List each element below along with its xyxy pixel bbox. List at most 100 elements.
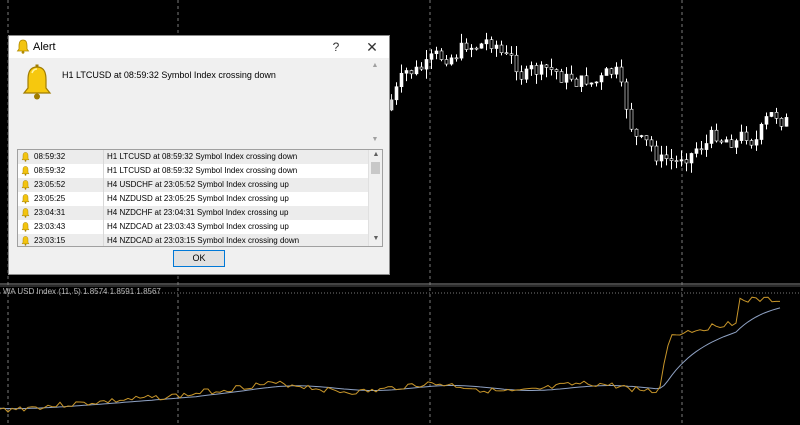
ok-button[interactable]: OK <box>173 250 225 267</box>
candle-body <box>554 69 559 72</box>
candle-body <box>469 47 474 50</box>
list-item[interactable]: 23:03:15 H4 NZDCAD at 23:03:15 Symbol Ind… <box>18 234 368 246</box>
candle-body <box>599 75 604 83</box>
candle-body <box>774 112 779 119</box>
candle-body <box>664 154 669 159</box>
candle-body <box>499 44 504 54</box>
candle-body <box>684 159 689 164</box>
candle-body <box>639 135 644 137</box>
candle-body <box>629 108 634 130</box>
candle-body <box>564 73 569 83</box>
candle-body <box>729 139 734 148</box>
indicator-slow-line <box>0 307 781 410</box>
candle-body <box>514 54 519 73</box>
candle-body <box>449 57 454 65</box>
candle-body <box>524 68 529 80</box>
candle-body <box>414 66 419 75</box>
help-button[interactable]: ? <box>321 36 351 58</box>
bell-icon <box>21 208 30 218</box>
alert-time: 23:05:25 <box>34 194 66 203</box>
alert-time: 23:03:43 <box>34 222 66 231</box>
alert-time: 23:05:52 <box>34 180 66 189</box>
candle-body <box>784 117 789 127</box>
alert-time: 23:03:15 <box>34 236 66 245</box>
candle-body <box>389 99 394 111</box>
candle-body <box>669 158 674 161</box>
list-item[interactable]: 23:05:52 H4 USDCHF at 23:05:52 Symbol Ind… <box>18 178 368 192</box>
candle-body <box>519 71 524 80</box>
list-item[interactable]: 23:05:25 H4 NZDUSD at 23:05:25 Symbol Ind… <box>18 192 368 206</box>
alert-text: H1 LTCUSD at 08:59:32 Symbol Index cross… <box>107 152 298 161</box>
dialog-titlebar[interactable]: Alert ? ✕ <box>9 36 389 58</box>
alert-text: H4 NZDCAD at 23:03:43 Symbol Index cross… <box>107 222 289 231</box>
column-divider <box>103 178 104 192</box>
candle-body <box>589 82 594 85</box>
candlesticks <box>389 32 789 173</box>
message-area: H1 LTCUSD at 08:59:32 Symbol Index cross… <box>9 58 389 150</box>
column-divider <box>103 164 104 178</box>
candle-body <box>739 131 744 141</box>
candle-body <box>444 59 449 65</box>
message-scrollbar[interactable]: ▲ ▼ <box>370 62 380 146</box>
candle-body <box>409 70 414 75</box>
alert-dialog: Alert ? ✕ H1 LTCUSD at 08:59:32 Symbol I… <box>8 35 390 275</box>
bell-icon <box>21 166 30 176</box>
candle-body <box>649 139 654 147</box>
candle-body <box>764 116 769 125</box>
candle-body <box>659 154 664 162</box>
candle-body <box>699 148 704 151</box>
candle-body <box>749 140 754 146</box>
candle-body <box>404 70 409 74</box>
list-item[interactable]: 23:03:43 H4 NZDCAD at 23:03:43 Symbol Ind… <box>18 220 368 234</box>
candle-body <box>489 39 494 49</box>
close-button[interactable]: ✕ <box>357 36 387 58</box>
column-divider <box>103 206 104 220</box>
candle-body <box>459 42 464 59</box>
candle-body <box>559 71 564 83</box>
candle-body <box>754 139 759 146</box>
candle-body <box>709 129 714 144</box>
candle-body <box>504 52 509 55</box>
candle-body <box>439 50 444 60</box>
candle-body <box>574 78 579 87</box>
alert-history-list[interactable]: 08:59:32 H1 LTCUSD at 08:59:32 Symbol Ind… <box>17 149 383 247</box>
bell-icon <box>22 64 52 100</box>
candle-body <box>419 66 424 70</box>
indicator-fast-line <box>0 296 780 413</box>
scroll-down-icon[interactable]: ▼ <box>370 136 380 143</box>
candle-body <box>494 44 499 49</box>
candle-body <box>509 53 514 56</box>
candle-body <box>544 64 549 68</box>
scroll-up-icon[interactable]: ▲ <box>370 62 380 69</box>
list-item[interactable]: 23:04:31 H4 NZDCHF at 23:04:31 Symbol Ind… <box>18 206 368 220</box>
candle-body <box>424 59 429 70</box>
candle-body <box>484 39 489 45</box>
candle-body <box>654 145 659 162</box>
column-divider <box>103 220 104 234</box>
bell-icon <box>21 222 30 232</box>
scroll-thumb[interactable] <box>371 162 380 174</box>
list-item[interactable]: 08:59:32 H1 LTCUSD at 08:59:32 Symbol Ind… <box>18 164 368 178</box>
candle-body <box>704 143 709 150</box>
alert-text: H4 USDCHF at 23:05:52 Symbol Index cross… <box>107 180 289 189</box>
scroll-down-icon[interactable]: ▼ <box>369 235 382 242</box>
candle-body <box>604 68 609 76</box>
candle-body <box>759 123 764 140</box>
alert-time: 23:04:31 <box>34 208 66 217</box>
candle-body <box>744 131 749 141</box>
column-divider <box>103 150 104 164</box>
candle-body <box>529 65 534 70</box>
candle-body <box>579 75 584 87</box>
scroll-up-icon[interactable]: ▲ <box>369 151 382 158</box>
candle-body <box>399 72 404 88</box>
candle-body <box>454 57 459 60</box>
list-item[interactable]: 08:59:32 H1 LTCUSD at 08:59:32 Symbol Ind… <box>18 150 368 164</box>
candle-body <box>719 140 724 143</box>
candle-body <box>479 43 484 49</box>
bell-icon <box>21 180 30 190</box>
candle-body <box>584 75 589 85</box>
alert-text: H1 LTCUSD at 08:59:32 Symbol Index cross… <box>107 166 298 175</box>
candle-body <box>434 50 439 55</box>
candle-body <box>714 129 719 142</box>
list-scrollbar[interactable]: ▲ ▼ <box>368 150 382 246</box>
